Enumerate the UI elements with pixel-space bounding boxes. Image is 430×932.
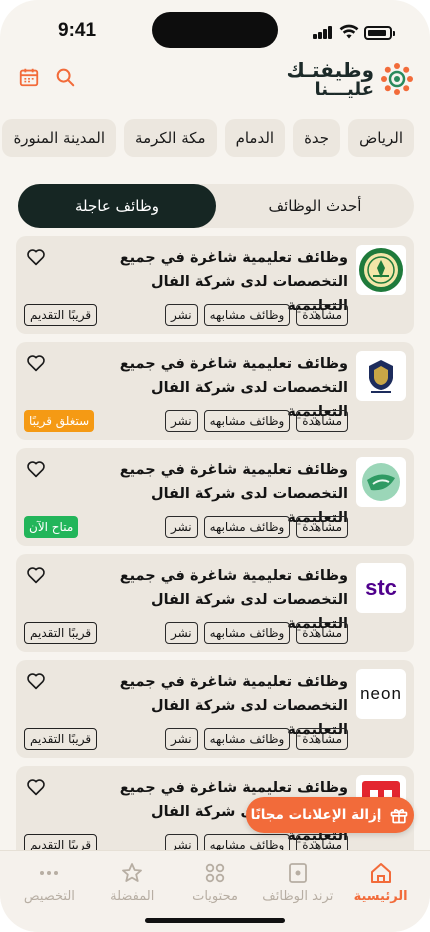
tag-share[interactable]: نشر [164,304,198,326]
more-icon [40,871,59,875]
tag-share[interactable]: نشر [164,622,198,644]
stc-logo: stc [356,563,406,613]
job-tags: مشاهدة وظائف مشابهه نشر [164,304,348,326]
status-time: 9:41 [58,20,97,41]
nav-label: المفضلة [110,889,155,904]
green-globe-logo [356,457,406,507]
tag-similar-jobs[interactable]: وظائف مشابهه [203,304,291,326]
tag-similar-jobs[interactable]: وظائف مشابهه [203,622,291,644]
city-chip[interactable]: جدة [293,119,341,157]
job-tags: مشاهدة وظائف مشابهه نشر [164,622,348,644]
trend-icon [288,863,307,883]
tag-share[interactable]: نشر [164,516,198,538]
grid-icon [205,863,225,883]
remove-ads-button[interactable]: إزالة الإعلانات مجانًا [246,797,414,833]
city-chip[interactable]: مكة الكرمة [124,119,217,157]
job-tags: مشاهدة وظائف مشابهه نشر [164,728,348,750]
app-header: وظيفتـك عليـــنا [0,58,430,100]
tag-view[interactable]: مشاهدة [296,728,348,750]
city-chip[interactable]: المدينة المنورة [2,119,117,157]
job-card[interactable]: neon وظائف تعليمية شاغرة في جميع التخصصا… [16,660,414,758]
tag-view[interactable]: مشاهدة [296,516,348,538]
tag-share[interactable]: نشر [164,728,198,750]
status-badge: قريبًا التقديم [24,304,98,326]
job-tabs: أحدث الوظائف وظائف عاجلة [18,184,414,228]
nav-label: محتويات [192,889,238,904]
neom-logo-text: neon [360,684,402,703]
heart-icon[interactable] [26,778,46,796]
remove-ads-label: إزالة الإعلانات مجانًا [250,807,382,823]
job-list: وظائف تعليمية شاغرة في جميع التخصصات لدى… [16,236,414,872]
status-badge: متاح الآن [24,516,79,538]
stc-logo-text: stc [365,575,397,600]
brand-line-1: وظيفتـك [286,57,374,82]
status-badge: قريبًا التقديم [24,728,98,750]
dynamic-island [152,12,278,48]
signal-icon [313,26,333,39]
status-badge: قريبًا التقديم [24,622,98,644]
job-card[interactable]: وظائف تعليمية شاغرة في جميع التخصصات لدى… [16,448,414,546]
brand-line-2: عليـــنا [314,78,374,100]
brand-logo: وظيفتـك عليـــنا [287,58,414,100]
job-card[interactable]: وظائف تعليمية شاغرة في جميع التخصصات لدى… [16,236,414,334]
heart-icon[interactable] [26,354,46,372]
tag-similar-jobs[interactable]: وظائف مشابهه [203,410,291,432]
tab-latest-jobs[interactable]: أحدث الوظائف [216,184,414,228]
nav-item-customize[interactable]: التخصيص [8,851,91,932]
nav-label: التخصيص [23,889,75,904]
gift-icon [391,809,408,824]
heart-icon[interactable] [26,672,46,690]
city-chip[interactable]: الرياض [348,119,414,157]
tag-view[interactable]: مشاهدة [296,304,348,326]
tag-similar-jobs[interactable]: وظائف مشابهه [203,516,291,538]
neom-logo: neon [356,669,406,719]
city-chip[interactable]: الدمام [224,119,286,157]
search-icon[interactable] [54,66,76,88]
job-tags: مشاهدة وظائف مشابهه نشر [164,516,348,538]
brand-emblem-icon [381,63,413,95]
tab-urgent-jobs[interactable]: وظائف عاجلة [18,184,216,228]
tag-share[interactable]: نشر [164,410,198,432]
battery-icon [364,26,395,40]
security-academy-logo [356,351,406,401]
tag-view[interactable]: مشاهدة [296,410,348,432]
status-bar: 9:41 [0,0,430,64]
nav-label: ترند الوظائف [262,889,334,904]
header-actions [18,66,76,88]
job-tags: مشاهدة وظائف مشابهه نشر [164,410,348,432]
king-saud-university-logo [356,245,406,295]
app-screen: 9:41 وظيفتـك عليـــنا الرياض جدة الدمام … [0,0,430,932]
wifi-icon [339,24,359,39]
tag-similar-jobs[interactable]: وظائف مشابهه [203,728,291,750]
calendar-icon[interactable] [18,66,40,88]
nav-item-home[interactable]: الرئيسية [339,851,422,932]
brand-wordmark: وظيفتـك عليـــنا [287,60,374,99]
heart-icon[interactable] [26,248,46,266]
heart-icon[interactable] [26,460,46,478]
star-icon [122,863,143,882]
city-filter-chips: الرياض جدة الدمام مكة الكرمة المدينة الم… [0,119,430,159]
status-badge: ستغلق قريبًا [24,410,95,432]
heart-icon[interactable] [26,566,46,584]
job-card[interactable]: stc وظائف تعليمية شاغرة في جميع التخصصات… [16,554,414,652]
home-indicator [145,918,285,923]
job-card[interactable]: وظائف تعليمية شاغرة في جميع التخصصات لدى… [16,342,414,440]
tag-view[interactable]: مشاهدة [296,622,348,644]
nav-label: الرئيسية [353,889,408,904]
home-icon [370,863,391,883]
